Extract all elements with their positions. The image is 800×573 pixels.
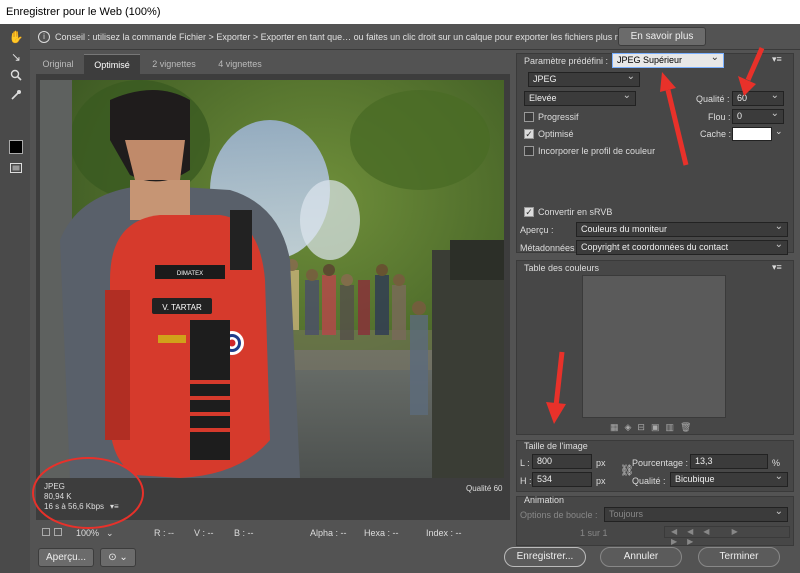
save-button[interactable]: Enregistrer... (504, 547, 586, 567)
embed-profile-checkbox[interactable] (524, 146, 534, 156)
red-readout: R : -- (154, 528, 174, 538)
frame-counter: 1 sur 1 (580, 528, 608, 538)
preview-button[interactable]: Aperçu... (38, 548, 94, 567)
device-preview-button[interactable]: ⊙ ⌄ (100, 548, 136, 567)
preview-photo[interactable]: DIMATEX V. TARTAR (40, 80, 504, 478)
animation-controls: ◀◀◀ ▶ ▶▶ (664, 526, 790, 546)
zoom-level[interactable]: 100% (76, 528, 99, 538)
metadata-label: Métadonnées : (520, 243, 580, 253)
toggle-slices-icon[interactable] (7, 160, 25, 178)
name-patch-text: V. TARTAR (162, 303, 202, 312)
tab-original[interactable]: Original (36, 54, 80, 74)
index-readout: Index : -- (426, 528, 462, 538)
window-title: Enregistrer pour le Web (100%) (0, 0, 800, 24)
preview-select[interactable]: Couleurs du moniteur (576, 222, 788, 237)
loop-options-label: Options de boucle : (520, 510, 598, 520)
tab-2-up[interactable]: 2 vignettes (144, 54, 204, 74)
height-label: H : (520, 476, 532, 486)
height-unit: px (596, 476, 606, 486)
embed-profile-label: Incorporer le profil de couleur (538, 146, 656, 156)
tool-panel: ✋ ↘ (0, 24, 30, 573)
optimized-checkbox[interactable]: ✓ (524, 129, 534, 139)
status-bar: 100% ⌄ R : -- V : -- B : -- Alpha : -- H… (36, 524, 510, 540)
info-icon: i (38, 31, 50, 43)
green-readout: V : -- (194, 528, 214, 538)
progressive-checkbox[interactable] (524, 112, 534, 122)
percent-unit: % (772, 458, 781, 468)
zoom-in-icon[interactable] (54, 528, 62, 536)
tab-4-up[interactable]: 4 vignettes (210, 54, 270, 74)
hex-readout: Hexa : -- (364, 528, 399, 538)
color-table-menu-icon[interactable]: ▾≡ (772, 262, 782, 273)
done-button[interactable]: Terminer (698, 547, 780, 567)
eyedropper-color-swatch[interactable] (9, 140, 23, 154)
zoom-tool-icon[interactable] (7, 68, 25, 86)
preview-label: Aperçu : (520, 225, 554, 235)
quality-readout: Qualité 60 (466, 484, 503, 493)
eyedropper-tool-icon[interactable] (7, 88, 25, 106)
convert-srgb-checkbox[interactable]: ✓ (524, 207, 534, 217)
width-field[interactable]: 800 (532, 454, 592, 469)
color-table-title: Table des couleurs (524, 263, 600, 273)
convert-srgb-label: Convertir en sRVB (538, 207, 613, 217)
compression-select[interactable]: Elevée (524, 91, 636, 106)
hand-tool-icon[interactable]: ✋ (7, 28, 25, 46)
zoom-dropdown-icon[interactable]: ⌄ (106, 528, 114, 539)
brand-text: DIMATEX (177, 271, 203, 277)
height-field[interactable]: 534 (532, 472, 592, 487)
percent-field[interactable]: 13,3 (690, 454, 768, 469)
tip-text: Conseil : utilisez la commande Fichier >… (55, 32, 663, 42)
cancel-button[interactable]: Annuler (600, 547, 682, 567)
width-label: L : (520, 458, 530, 468)
width-unit: px (596, 458, 606, 468)
blue-readout: B : -- (234, 528, 254, 538)
slice-select-tool-icon[interactable]: ↘ (7, 48, 25, 66)
annotation-arrow-size (546, 351, 566, 424)
view-tabs: Original Optimisé 2 vignettes 4 vignette… (36, 54, 510, 74)
annotation-arrows-top (660, 46, 765, 166)
metadata-select[interactable]: Copyright et coordonnées du contact (576, 240, 788, 255)
annotation-circle (32, 457, 144, 529)
progressive-label: Progressif (538, 112, 579, 122)
format-select[interactable]: JPEG (528, 72, 640, 87)
zoom-out-icon[interactable] (42, 528, 50, 536)
alpha-readout: Alpha : -- (310, 528, 347, 538)
animation-title: Animation (524, 495, 565, 505)
loop-options-select: Toujours (604, 507, 788, 522)
color-table-grid[interactable] (582, 275, 726, 418)
optimized-label: Optimisé (538, 129, 574, 139)
tab-optimized[interactable]: Optimisé (84, 54, 140, 74)
image-size-title: Taille de l'image (524, 441, 588, 451)
resample-quality-label: Qualité : (632, 476, 666, 486)
color-table-tools-icons[interactable]: ▦◈⊟▣▥🗑 (610, 422, 697, 433)
resample-quality-select[interactable]: Bicubique (670, 472, 788, 487)
percent-label: Pourcentage : (632, 458, 689, 468)
preset-label: Paramètre prédéfini : (524, 56, 609, 66)
